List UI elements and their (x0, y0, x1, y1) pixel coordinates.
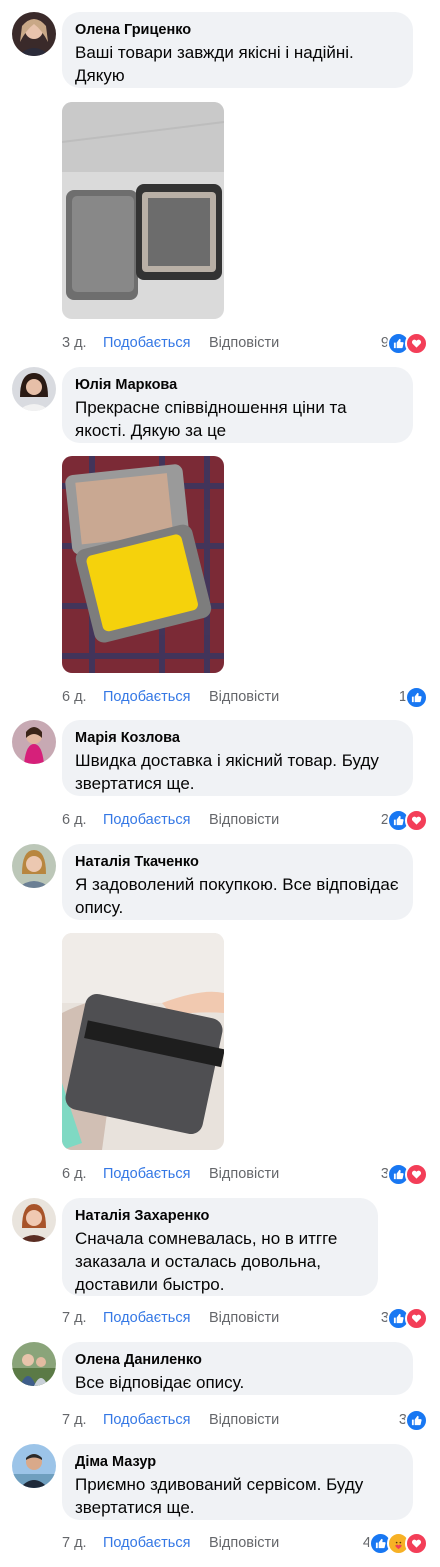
comment-bubble: Наталія Захаренко Сначала сомневалась, н… (62, 1198, 378, 1296)
like-button[interactable]: Подобається (103, 333, 190, 353)
love-icon (405, 1306, 428, 1330)
comment-time[interactable]: 3 д. (62, 333, 87, 353)
comment-bubble: Олена Гриценко Ваші товари завжди якісні… (62, 12, 413, 88)
comment-time[interactable]: 6 д. (62, 810, 87, 830)
comment-photo[interactable] (62, 456, 224, 673)
comment-text: Приємно здивований сервісом. Буду зверта… (75, 1475, 364, 1517)
reply-button[interactable]: Відповісти (209, 333, 279, 353)
comment-bubble: Олена Даниленко Все відповідає опису. (62, 1342, 413, 1395)
comment-meta: 6 д. Подобається Відповісти (62, 810, 302, 830)
comment-bubble: Наталія Ткаченко Я задоволений покупкою.… (62, 844, 413, 920)
comment-text: Ваші товари завжди якісні і надійні. Дяк… (75, 43, 354, 85)
comment-meta: 7 д. Подобається Відповісти (62, 1308, 302, 1328)
comment-meta: 7 д. Подобається Відповісти (62, 1410, 302, 1430)
like-icon (405, 1408, 428, 1432)
comment-text: Сначала сомневалась, но в итгге заказала… (75, 1229, 338, 1294)
reaction-summary[interactable]: 9 (381, 331, 428, 355)
comment-author[interactable]: Наталія Захаренко (75, 1207, 365, 1225)
comment-photo[interactable] (62, 933, 224, 1150)
reply-button[interactable]: Відповісти (209, 1410, 279, 1430)
like-button[interactable]: Подобається (103, 1308, 190, 1328)
reaction-summary[interactable]: 1 (399, 685, 428, 709)
comment-author[interactable]: Наталія Ткаченко (75, 853, 400, 871)
comment-author[interactable]: Діма Мазур (75, 1453, 400, 1471)
like-icon (405, 685, 428, 709)
love-icon (405, 1162, 428, 1186)
reaction-summary[interactable]: 4 (363, 1531, 428, 1555)
reaction-summary[interactable]: 3 (381, 1162, 428, 1186)
comment-time[interactable]: 7 д. (62, 1533, 87, 1553)
comment-time[interactable]: 7 д. (62, 1410, 87, 1430)
avatar[interactable] (12, 367, 56, 411)
love-icon (405, 808, 428, 832)
comment-time[interactable]: 7 д. (62, 1308, 87, 1328)
avatar[interactable] (12, 12, 56, 56)
like-button[interactable]: Подобається (103, 1410, 190, 1430)
like-button[interactable]: Подобається (103, 810, 190, 830)
reply-button[interactable]: Відповісти (209, 1164, 279, 1184)
comment-meta: 7 д. Подобається Відповісти (62, 1533, 302, 1553)
like-button[interactable]: Подобається (103, 1533, 190, 1553)
comment-author[interactable]: Олена Даниленко (75, 1351, 400, 1369)
love-icon (405, 331, 428, 355)
like-button[interactable]: Подобається (103, 687, 190, 707)
reply-button[interactable]: Відповісти (209, 1533, 279, 1553)
comment-time[interactable]: 6 д. (62, 687, 87, 707)
comment-meta: 6 д. Подобається Відповісти (62, 1164, 302, 1184)
reaction-summary[interactable]: 2 (381, 808, 428, 832)
comment-text: Все відповідає опису. (75, 1373, 245, 1392)
reaction-summary[interactable]: 3 (381, 1306, 428, 1330)
reaction-summary[interactable]: 3 (399, 1408, 428, 1432)
comment-author[interactable]: Олена Гриценко (75, 21, 400, 39)
reply-button[interactable]: Відповісти (209, 687, 279, 707)
comment-meta: 6 д. Подобається Відповісти (62, 687, 302, 707)
like-button[interactable]: Подобається (103, 1164, 190, 1184)
comment-meta: 3 д. Подобається Відповісти (62, 333, 302, 353)
comment-photo[interactable] (62, 102, 224, 319)
comment-text: Швидка доставка і якісний товар. Буду зв… (75, 751, 379, 793)
comment-bubble: Марія Козлова Швидка доставка і якісний … (62, 720, 413, 796)
comment-author[interactable]: Марія Козлова (75, 729, 400, 747)
comment-bubble: Юлія Маркова Прекрасне співвідношення ці… (62, 367, 413, 443)
love-icon (405, 1531, 428, 1555)
comment-text: Прекрасне співвідношення ціни та якості.… (75, 398, 347, 440)
avatar[interactable] (12, 1198, 56, 1242)
comment-time[interactable]: 6 д. (62, 1164, 87, 1184)
reply-button[interactable]: Відповісти (209, 810, 279, 830)
reply-button[interactable]: Відповісти (209, 1308, 279, 1328)
comment-text: Я задоволений покупкою. Все відповідає о… (75, 875, 399, 917)
avatar[interactable] (12, 1444, 56, 1488)
comment-author[interactable]: Юлія Маркова (75, 376, 400, 394)
avatar[interactable] (12, 720, 56, 764)
comment-bubble: Діма Мазур Приємно здивований сервісом. … (62, 1444, 413, 1520)
avatar[interactable] (12, 1342, 56, 1386)
avatar[interactable] (12, 844, 56, 888)
